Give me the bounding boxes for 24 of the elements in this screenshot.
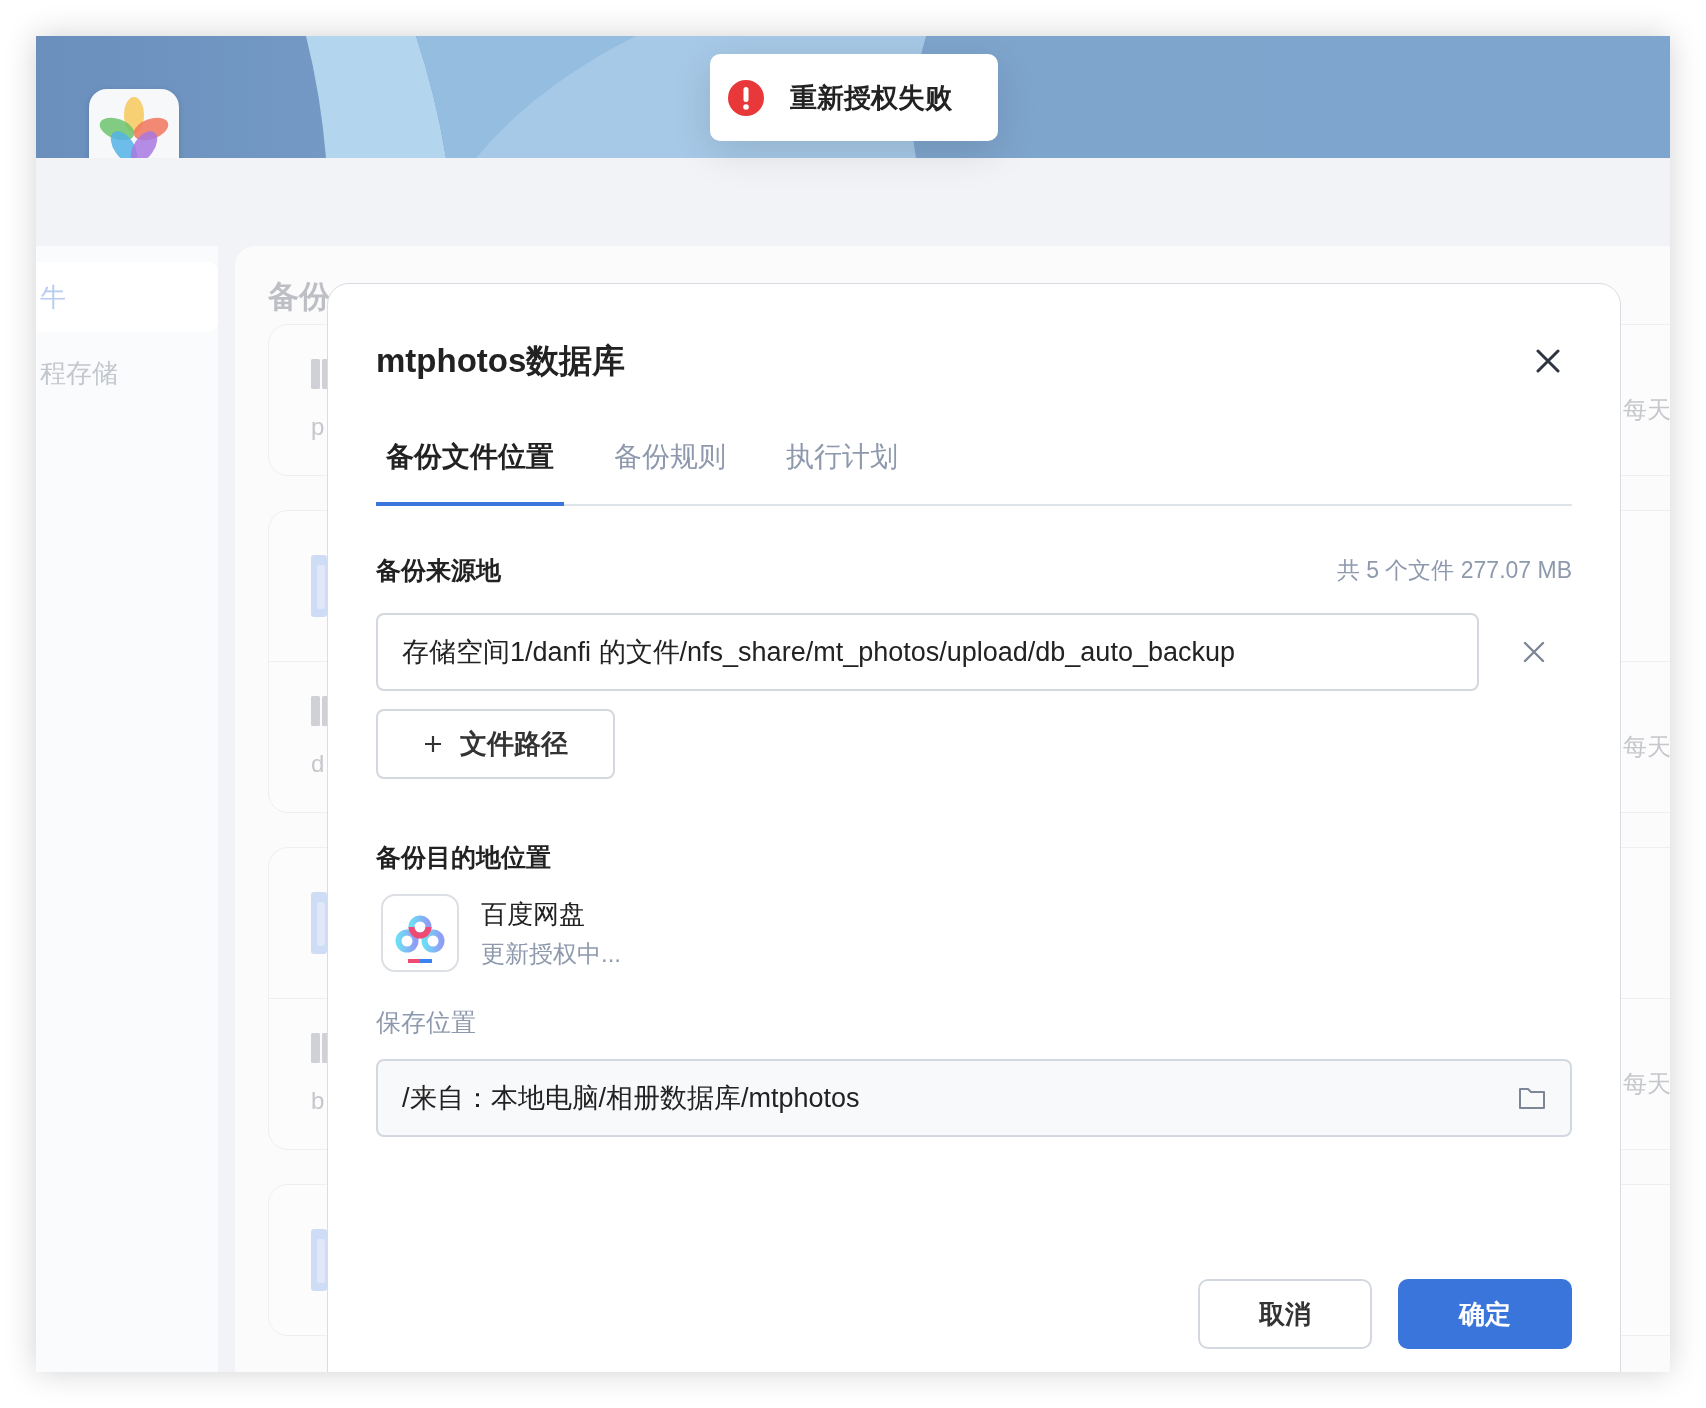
service-name: 百度网盘 xyxy=(481,897,586,931)
file-summary: 共 5 个文件 277.07 MB xyxy=(1336,556,1572,585)
folder-icon xyxy=(311,1229,327,1291)
confirm-button[interactable]: 确定 xyxy=(1398,1279,1572,1349)
clear-icon[interactable] xyxy=(1523,641,1545,663)
path-input[interactable]: 存储空间1/danfi 的文件/nfs_share/mt_photos/upload/db_auto_backup xyxy=(376,613,1479,691)
field-label: 保存位置 xyxy=(376,1007,477,1038)
folder-icon xyxy=(311,892,327,954)
tab[interactable]: 备份文件位置 xyxy=(376,438,564,506)
app-icon[interactable] xyxy=(89,89,179,158)
dialog-title: mtphotos数据库 xyxy=(376,340,626,381)
section-label: 备份来源地 xyxy=(376,555,501,586)
error-icon xyxy=(728,79,764,116)
folder-icon xyxy=(311,555,327,617)
cancel-button[interactable]: 取消 xyxy=(1198,1279,1372,1349)
close-icon[interactable] xyxy=(1536,349,1560,373)
service-status: 更新授权中... xyxy=(481,938,621,969)
section-label: 备份目的地位置 xyxy=(376,842,552,873)
cloud-app-icon xyxy=(381,894,459,972)
folder-icon xyxy=(1518,1086,1546,1110)
plus-icon xyxy=(423,735,442,753)
save-location-field[interactable]: /来自：本地电脑/相册数据库/mtphotos xyxy=(376,1059,1572,1137)
toast-message: 重新授权失败 xyxy=(790,81,952,115)
add-path-button[interactable]: 文件路径 xyxy=(376,709,615,779)
